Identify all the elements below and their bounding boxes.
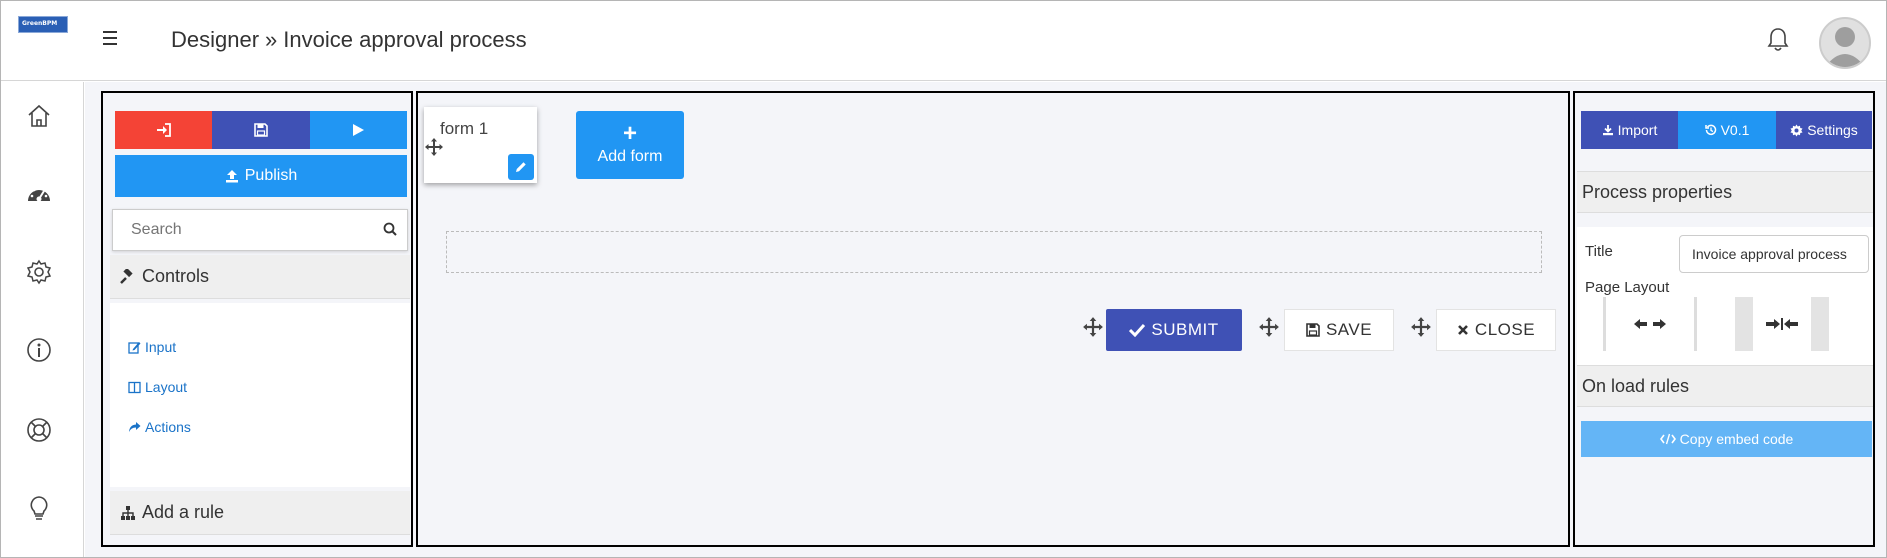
upload-icon <box>225 170 238 183</box>
sign-in-icon <box>156 123 171 137</box>
control-actions[interactable]: Actions <box>128 419 191 435</box>
version-label: V0.1 <box>1720 122 1750 138</box>
copy-embed-label: Copy embed code <box>1679 431 1794 447</box>
exit-button[interactable] <box>115 111 213 149</box>
control-input[interactable]: Input <box>128 339 176 355</box>
close-icon <box>1458 325 1468 335</box>
control-layout[interactable]: Layout <box>128 379 187 395</box>
edit-icon <box>128 341 141 354</box>
menu-toggle-icon[interactable] <box>103 31 121 47</box>
move-close-icon[interactable] <box>1410 316 1432 343</box>
controls-heading-label: Controls <box>142 266 210 286</box>
layout-centered-option[interactable] <box>1735 297 1829 351</box>
add-form-button[interactable]: + Add form <box>576 111 684 179</box>
check-icon <box>1129 323 1146 337</box>
process-properties-label: Process properties <box>1582 181 1733 202</box>
copy-embed-button[interactable]: Copy embed code <box>1581 421 1872 457</box>
play-icon <box>353 124 365 136</box>
form-canvas: form 1 + Add form SUBMIT SAVE CLOSE <box>416 91 1570 547</box>
form-card-label: form 1 <box>440 119 489 138</box>
settings-button[interactable]: Settings <box>1776 111 1872 149</box>
controls-list: Input Layout Actions <box>110 303 410 487</box>
submit-button[interactable]: SUBMIT <box>1106 309 1242 351</box>
breadcrumb-section[interactable]: Designer <box>171 27 259 53</box>
on-load-rules-heading[interactable]: On load rules <box>1577 365 1873 407</box>
save-label: SAVE <box>1325 320 1373 339</box>
home-icon[interactable] <box>25 102 53 130</box>
settings-label: Settings <box>1807 122 1858 138</box>
add-rule-heading[interactable]: Add a rule <box>110 491 410 535</box>
import-label: Import <box>1617 122 1658 138</box>
share-icon <box>129 421 141 432</box>
left-panel: Publish Controls Input Layout Actions Ad… <box>101 91 413 547</box>
control-layout-label: Layout <box>145 379 188 395</box>
process-properties-body: Title Page Layout <box>1577 227 1873 365</box>
layout-full-width-option[interactable] <box>1603 297 1697 351</box>
floppy-icon <box>254 123 268 137</box>
title-label: Title <box>1585 243 1613 260</box>
icon-sidebar <box>1 82 84 557</box>
run-button[interactable] <box>309 111 407 149</box>
title-input[interactable] <box>1679 235 1869 273</box>
close-form-button[interactable]: CLOSE <box>1436 309 1556 351</box>
search-input[interactable] <box>113 210 353 250</box>
gear-icon <box>1790 124 1803 136</box>
compress-horizontal-icon <box>1766 318 1798 330</box>
version-button[interactable]: V0.1 <box>1678 111 1776 149</box>
sitemap-icon <box>121 505 135 520</box>
save-button[interactable] <box>212 111 310 149</box>
top-header: GreenBPM Designer » Invoice approval pro… <box>1 1 1886 81</box>
download-icon <box>1602 125 1613 136</box>
breadcrumb-page: Invoice approval process <box>283 27 527 52</box>
move-save-icon[interactable] <box>1258 316 1280 343</box>
add-rule-label: Add a rule <box>142 502 225 522</box>
columns-icon <box>128 381 141 393</box>
plus-icon: + <box>622 120 637 147</box>
close-label: CLOSE <box>1474 320 1536 339</box>
notifications-bell-icon[interactable] <box>1767 27 1789 53</box>
save-form-button[interactable]: SAVE <box>1284 309 1394 351</box>
publish-button[interactable]: Publish <box>115 155 407 197</box>
support-icon[interactable] <box>25 416 53 444</box>
right-panel: Import V0.1 Settings Process properties … <box>1573 91 1875 547</box>
right-toolbar: Import V0.1 Settings <box>1581 111 1872 149</box>
import-button[interactable]: Import <box>1581 111 1678 149</box>
controls-heading[interactable]: Controls <box>110 255 410 299</box>
expand-horizontal-icon <box>1634 319 1666 329</box>
user-avatar[interactable] <box>1819 17 1871 69</box>
gear-icon[interactable] <box>25 258 53 286</box>
page-layout-label: Page Layout <box>1585 279 1670 296</box>
move-icon[interactable] <box>424 137 444 162</box>
gavel-icon <box>120 268 133 284</box>
history-icon <box>1704 124 1716 136</box>
designer-toolbar <box>115 111 407 149</box>
dashboard-icon[interactable] <box>25 180 53 208</box>
publish-label: Publish <box>244 167 298 184</box>
breadcrumb: Designer » Invoice approval process <box>171 27 527 53</box>
move-submit-icon[interactable] <box>1082 316 1104 343</box>
pencil-icon <box>516 162 526 172</box>
search-icon[interactable] <box>383 222 397 241</box>
control-input-label: Input <box>145 339 177 355</box>
code-icon <box>1659 433 1676 445</box>
add-form-label: Add form <box>597 148 663 165</box>
form-drop-zone[interactable] <box>446 231 1542 273</box>
control-actions-label: Actions <box>145 419 191 435</box>
on-load-rules-label: On load rules <box>1582 375 1690 396</box>
lightbulb-icon[interactable] <box>25 494 53 522</box>
controls-search <box>112 209 408 251</box>
breadcrumb-separator: » <box>265 27 278 52</box>
edit-form-button[interactable] <box>508 154 534 180</box>
logo-text: GreenBPM <box>22 20 58 27</box>
floppy-icon <box>1306 323 1320 337</box>
submit-label: SUBMIT <box>1151 320 1219 339</box>
process-properties-heading[interactable]: Process properties <box>1577 171 1873 213</box>
info-icon[interactable] <box>25 336 53 364</box>
app-logo[interactable]: GreenBPM <box>18 16 68 33</box>
form-card[interactable]: form 1 <box>424 107 537 183</box>
